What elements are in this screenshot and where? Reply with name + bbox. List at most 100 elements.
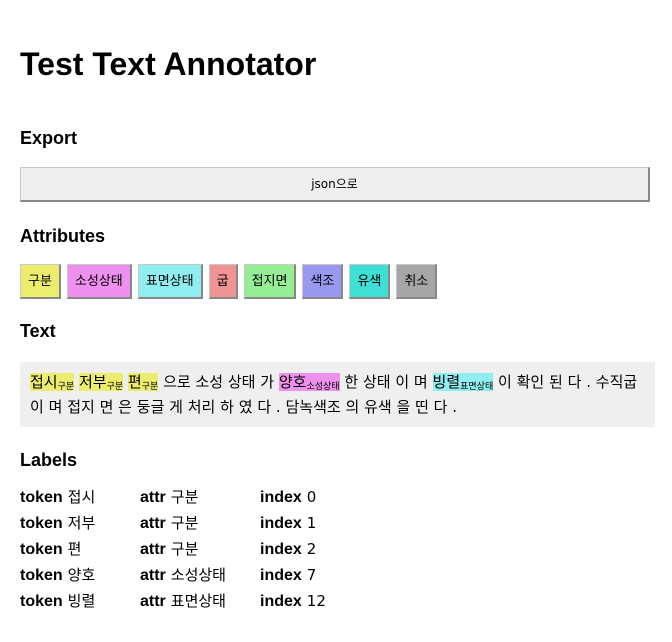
token-text: 상태 <box>227 373 256 391</box>
token-text: 양호 <box>278 373 307 391</box>
label-row: token 접시 attr 구분 index 0 <box>20 484 655 510</box>
annotated-token[interactable]: 편구분 <box>127 373 159 392</box>
attribute-button[interactable]: 소성상태 <box>66 264 132 299</box>
label-token-value: 양호 <box>67 566 96 584</box>
label-row: token 저부 attr 구분 index 1 <box>20 510 655 536</box>
token-text: 이 <box>30 398 44 416</box>
export-json-button[interactable]: json으로 <box>20 167 650 202</box>
label-index-cell: index 7 <box>260 562 380 588</box>
text-token[interactable]: 다 <box>434 398 448 416</box>
text-token[interactable]: 게 <box>169 398 183 416</box>
annotated-text-area[interactable]: 접시구분 저부구분 편구분 으로 소성 상태 가 양호소성상태 한 상태 이 며… <box>20 362 655 427</box>
attribute-button[interactable]: 유색 <box>349 264 391 299</box>
label-attr-cell: attr 구분 <box>140 510 260 536</box>
label-attr-cell: attr 표면상태 <box>140 588 260 614</box>
label-index-value: 12 <box>306 592 326 610</box>
token-text: . <box>452 398 458 416</box>
text-token[interactable]: . <box>586 373 591 391</box>
text-token[interactable]: 하 <box>220 398 234 416</box>
label-index-cell: index 12 <box>260 588 380 614</box>
token-text: 된 <box>549 373 563 391</box>
label-attr-cell: attr 구분 <box>140 536 260 562</box>
token-text: 유색 <box>364 398 392 416</box>
text-token[interactable]: 며 <box>414 373 428 391</box>
text-token[interactable]: 띤 <box>415 398 429 416</box>
token-text: 저부 <box>78 373 107 391</box>
text-token[interactable]: 둥글 <box>137 398 165 416</box>
annotated-token[interactable]: 양호소성상태 <box>278 373 340 392</box>
text-token[interactable]: 였 <box>239 398 253 416</box>
label-index-value: 7 <box>306 566 317 584</box>
annotator-page: Test Text Annotator Export json으로 Attrib… <box>20 0 655 614</box>
page-title: Test Text Annotator <box>20 46 317 82</box>
token-text: 둥글 <box>136 398 165 416</box>
text-token[interactable]: 으로 <box>163 373 191 391</box>
label-token-value: 편 <box>67 540 82 558</box>
annotated-token[interactable]: 저부구분 <box>78 373 124 392</box>
attribute-button[interactable]: 접지면 <box>243 264 297 299</box>
token-attr-label: 소성상태 <box>306 382 340 392</box>
text-token[interactable]: 은 <box>118 398 132 416</box>
text-token[interactable]: 한 <box>344 373 358 391</box>
text-token[interactable]: 처리 <box>188 398 216 416</box>
text-token[interactable]: 소성 <box>195 373 223 391</box>
token-text: 이 <box>395 373 410 391</box>
token-text: 접지 <box>67 398 95 416</box>
text-token[interactable]: 며 <box>49 398 63 416</box>
attribute-button[interactable]: 구분 <box>20 264 61 299</box>
text-token[interactable]: 면 <box>100 398 114 416</box>
label-attr-value: 표면상태 <box>170 592 226 610</box>
text-token[interactable]: 이 <box>498 373 512 391</box>
token-text: 며 <box>48 398 63 416</box>
label-token-value: 접시 <box>67 488 96 506</box>
text-token[interactable]: 가 <box>260 373 274 391</box>
token-text: 며 <box>413 373 428 391</box>
text-token[interactable]: 다 <box>568 373 582 391</box>
text-token[interactable]: 상태 <box>363 373 391 391</box>
token-text: 소성 <box>195 373 224 391</box>
label-row: token 편 attr 구분 index 2 <box>20 536 655 562</box>
label-attr-cell: attr 소성상태 <box>140 562 260 588</box>
label-token-key: token <box>20 515 63 532</box>
text-token[interactable]: 의 <box>345 398 359 416</box>
token-attr-label: 표면상태 <box>460 382 494 392</box>
text-token[interactable]: 확인 <box>517 373 545 391</box>
attribute-button[interactable]: 취소 <box>396 264 438 299</box>
text-token[interactable]: 이 <box>30 398 44 416</box>
label-attr-key: attr <box>140 541 166 558</box>
label-attr-value: 소성상태 <box>170 566 226 584</box>
text-token[interactable]: . <box>276 398 281 416</box>
label-row: token 양호 attr 소성상태 index 7 <box>20 562 655 588</box>
token-text: 편 <box>127 373 142 391</box>
label-attr-key: attr <box>140 567 166 584</box>
label-row: token 빙렬 attr 표면상태 index 12 <box>20 588 655 614</box>
text-token[interactable]: 접지 <box>67 398 95 416</box>
label-token-key: token <box>20 541 63 558</box>
text-token[interactable]: 다 <box>257 398 271 416</box>
text-token[interactable]: 담녹색조 <box>285 398 340 416</box>
attribute-button[interactable]: 굽 <box>208 264 238 299</box>
token-text: 은 <box>118 398 132 416</box>
attribute-button[interactable]: 색조 <box>302 264 344 299</box>
label-index-cell: index 0 <box>260 484 380 510</box>
attributes-heading: Attributes <box>20 226 105 246</box>
text-token[interactable]: 을 <box>396 398 410 416</box>
attribute-button[interactable]: 표면상태 <box>137 264 203 299</box>
text-token[interactable]: . <box>452 398 457 416</box>
label-token-cell: token 양호 <box>20 562 140 588</box>
text-token[interactable]: 된 <box>549 373 563 391</box>
label-index-value: 1 <box>306 514 317 532</box>
text-token[interactable]: 수직굽 <box>596 373 637 391</box>
text-token[interactable]: 이 <box>395 373 409 391</box>
label-index-key: index <box>260 489 302 506</box>
text-token[interactable]: 유색 <box>364 398 392 416</box>
token-text: 다 <box>433 398 448 416</box>
label-index-key: index <box>260 515 302 532</box>
text-heading: Text <box>20 321 56 341</box>
label-index-key: index <box>260 567 302 584</box>
label-token-value: 빙렬 <box>67 592 96 610</box>
label-attr-key: attr <box>140 515 166 532</box>
annotated-token[interactable]: 접시구분 <box>30 373 75 392</box>
text-token[interactable]: 상태 <box>228 373 256 391</box>
annotated-token[interactable]: 빙렬표면상태 <box>432 373 494 392</box>
